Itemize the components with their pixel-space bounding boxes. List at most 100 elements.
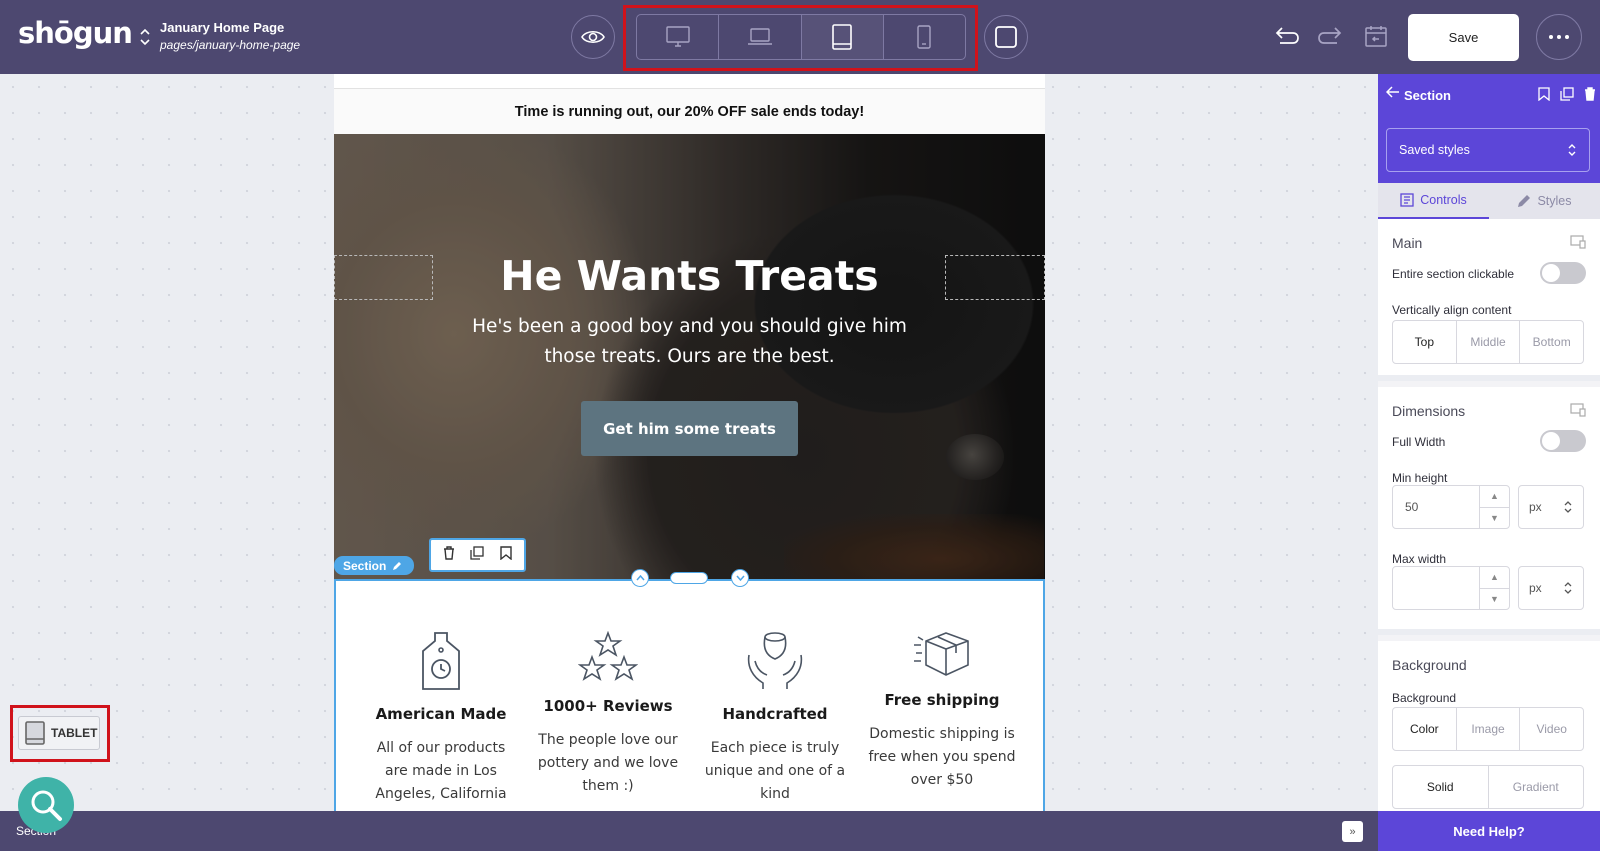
laptop-icon bbox=[747, 28, 772, 45]
page-title[interactable]: January Home Page bbox=[160, 20, 284, 35]
mobile-icon bbox=[917, 25, 932, 49]
min-height-input[interactable]: 50 ▲ ▼ bbox=[1392, 485, 1510, 529]
pencil-icon bbox=[1518, 195, 1531, 207]
feature-title: 1000+ Reviews bbox=[543, 697, 673, 715]
collapse-panel-button[interactable]: » bbox=[1342, 821, 1363, 842]
full-width-toggle[interactable] bbox=[1540, 430, 1586, 452]
tab-controls[interactable]: Controls bbox=[1378, 183, 1489, 219]
back-arrow-icon[interactable] bbox=[1385, 86, 1400, 101]
page-switch-chevron-icon[interactable] bbox=[138, 26, 152, 51]
saved-styles-select[interactable]: Saved styles bbox=[1386, 128, 1590, 172]
max-width-value[interactable] bbox=[1393, 567, 1479, 609]
device-switcher bbox=[636, 14, 966, 60]
save-section-button[interactable] bbox=[500, 545, 512, 565]
need-help-button[interactable]: Need Help? bbox=[1378, 811, 1600, 851]
controls-icon bbox=[1400, 193, 1414, 207]
feature-text: All of our products are made in Los Ange… bbox=[375, 740, 507, 802]
more-options-button[interactable] bbox=[1536, 14, 1582, 60]
more-dots-icon bbox=[1549, 35, 1553, 39]
calendar-icon bbox=[1365, 26, 1387, 47]
min-height-unit-select[interactable]: px bbox=[1518, 485, 1584, 529]
hero-section[interactable]: He Wants Treats He's been a good boy and… bbox=[334, 134, 1045, 579]
background-gradient-option[interactable]: Gradient bbox=[1489, 766, 1584, 808]
valign-segmented-control: Top Middle Bottom bbox=[1392, 320, 1584, 364]
valign-bottom-option[interactable]: Bottom bbox=[1520, 321, 1583, 363]
chevron-up-icon bbox=[635, 575, 645, 581]
duplicate-icon[interactable] bbox=[1560, 87, 1574, 101]
section-resize-handle[interactable] bbox=[670, 572, 708, 584]
desktop-view-button[interactable] bbox=[637, 15, 720, 59]
shogun-logo[interactable]: shōgun bbox=[18, 16, 133, 50]
panel-body: Main Entire section clickable Vertically… bbox=[1378, 219, 1600, 811]
feature-title: Handcrafted bbox=[722, 705, 828, 723]
redo-button[interactable] bbox=[1317, 26, 1343, 51]
redo-icon bbox=[1318, 27, 1342, 44]
preview-button[interactable] bbox=[571, 15, 615, 59]
device-badge: TABLET bbox=[18, 716, 100, 750]
responsive-frame-button[interactable] bbox=[984, 15, 1028, 59]
valign-label: Vertically align content bbox=[1392, 303, 1512, 317]
features-section[interactable]: American Made All of our products are ma… bbox=[334, 579, 1045, 811]
undo-button[interactable] bbox=[1274, 26, 1300, 51]
trash-icon bbox=[443, 545, 454, 560]
background-card: Background Background Color Image Video … bbox=[1378, 641, 1600, 811]
delete-section-button[interactable] bbox=[443, 545, 455, 565]
device-badge-label: TABLET bbox=[51, 726, 98, 740]
min-height-stepper[interactable]: ▲ ▼ bbox=[1479, 486, 1509, 528]
chevron-down-icon bbox=[735, 575, 745, 581]
background-image-option[interactable]: Image bbox=[1457, 708, 1521, 750]
feature-reviews[interactable]: 1000+ Reviews The people love our potter… bbox=[533, 581, 683, 798]
announcement-bar[interactable]: Time is running out, our 20% OFF sale en… bbox=[334, 88, 1045, 134]
feature-handcrafted[interactable]: Handcrafted Each piece is truly unique a… bbox=[700, 581, 850, 806]
section-selection-label[interactable]: Section bbox=[334, 556, 414, 575]
tablet-view-button[interactable] bbox=[801, 15, 884, 59]
trash-icon[interactable] bbox=[1584, 87, 1596, 101]
hero-cta-button[interactable]: Get him some treats bbox=[581, 401, 798, 456]
duplicate-section-button[interactable] bbox=[470, 545, 485, 565]
top-bar: shōgun January Home Page pages/january-h… bbox=[0, 0, 1600, 74]
responsive-device-icon[interactable] bbox=[1570, 403, 1586, 417]
move-section-up-button[interactable] bbox=[631, 569, 649, 587]
tab-styles[interactable]: Styles bbox=[1489, 183, 1600, 219]
laptop-view-button[interactable] bbox=[719, 15, 802, 59]
section-label-text: Section bbox=[343, 558, 387, 573]
search-icon bbox=[31, 790, 62, 821]
valign-top-option[interactable]: Top bbox=[1393, 321, 1457, 363]
background-label: Background bbox=[1392, 691, 1457, 705]
min-height-value[interactable]: 50 bbox=[1393, 486, 1479, 528]
panel-tabs: Controls Styles bbox=[1378, 183, 1600, 219]
valign-middle-option[interactable]: Middle bbox=[1457, 321, 1521, 363]
background-video-option[interactable]: Video bbox=[1520, 708, 1583, 750]
dimensions-card: Dimensions Full Width Min height 50 ▲ ▼ p… bbox=[1378, 387, 1600, 635]
save-button[interactable]: Save bbox=[1408, 14, 1519, 61]
feature-text: The people love our pottery and we love … bbox=[537, 732, 679, 794]
max-width-label: Max width bbox=[1392, 552, 1447, 566]
feature-american-made[interactable]: American Made All of our products are ma… bbox=[366, 581, 516, 806]
main-card: Main Entire section clickable Vertically… bbox=[1378, 219, 1600, 381]
page-path: pages/january-home-page bbox=[160, 38, 301, 52]
page-preview: Time is running out, our 20% OFF sale en… bbox=[334, 74, 1045, 811]
min-height-label: Min height bbox=[1392, 471, 1448, 485]
help-search-button[interactable] bbox=[18, 777, 74, 833]
bookmark-icon[interactable] bbox=[1538, 87, 1550, 101]
panel-title: Section bbox=[1404, 88, 1451, 103]
background-color-option[interactable]: Color bbox=[1393, 708, 1457, 750]
feature-text: Domestic shipping is free when you spend… bbox=[868, 726, 1016, 788]
max-width-unit-select[interactable]: px bbox=[1518, 566, 1584, 610]
hero-subtitle[interactable]: He's been a good boy and you should give… bbox=[454, 312, 925, 372]
mobile-view-button[interactable] bbox=[884, 15, 965, 59]
entire-section-clickable-toggle[interactable] bbox=[1540, 262, 1586, 284]
hero-title[interactable]: He Wants Treats bbox=[334, 252, 1045, 300]
background-fill-control: Solid Gradient bbox=[1392, 765, 1584, 809]
feature-text: Each piece is truly unique and one of a … bbox=[704, 740, 846, 802]
stars-icon bbox=[578, 631, 638, 681]
move-section-down-button[interactable] bbox=[731, 569, 749, 587]
feature-free-shipping[interactable]: Free shipping Domestic shipping is free … bbox=[867, 581, 1017, 792]
schedule-button[interactable] bbox=[1364, 24, 1388, 53]
max-width-stepper[interactable]: ▲ ▼ bbox=[1479, 567, 1509, 609]
background-solid-option[interactable]: Solid bbox=[1393, 766, 1489, 808]
bookmark-icon bbox=[500, 545, 512, 560]
responsive-device-icon[interactable] bbox=[1570, 235, 1586, 249]
package-icon bbox=[914, 632, 969, 676]
max-width-input[interactable]: ▲ ▼ bbox=[1392, 566, 1510, 610]
